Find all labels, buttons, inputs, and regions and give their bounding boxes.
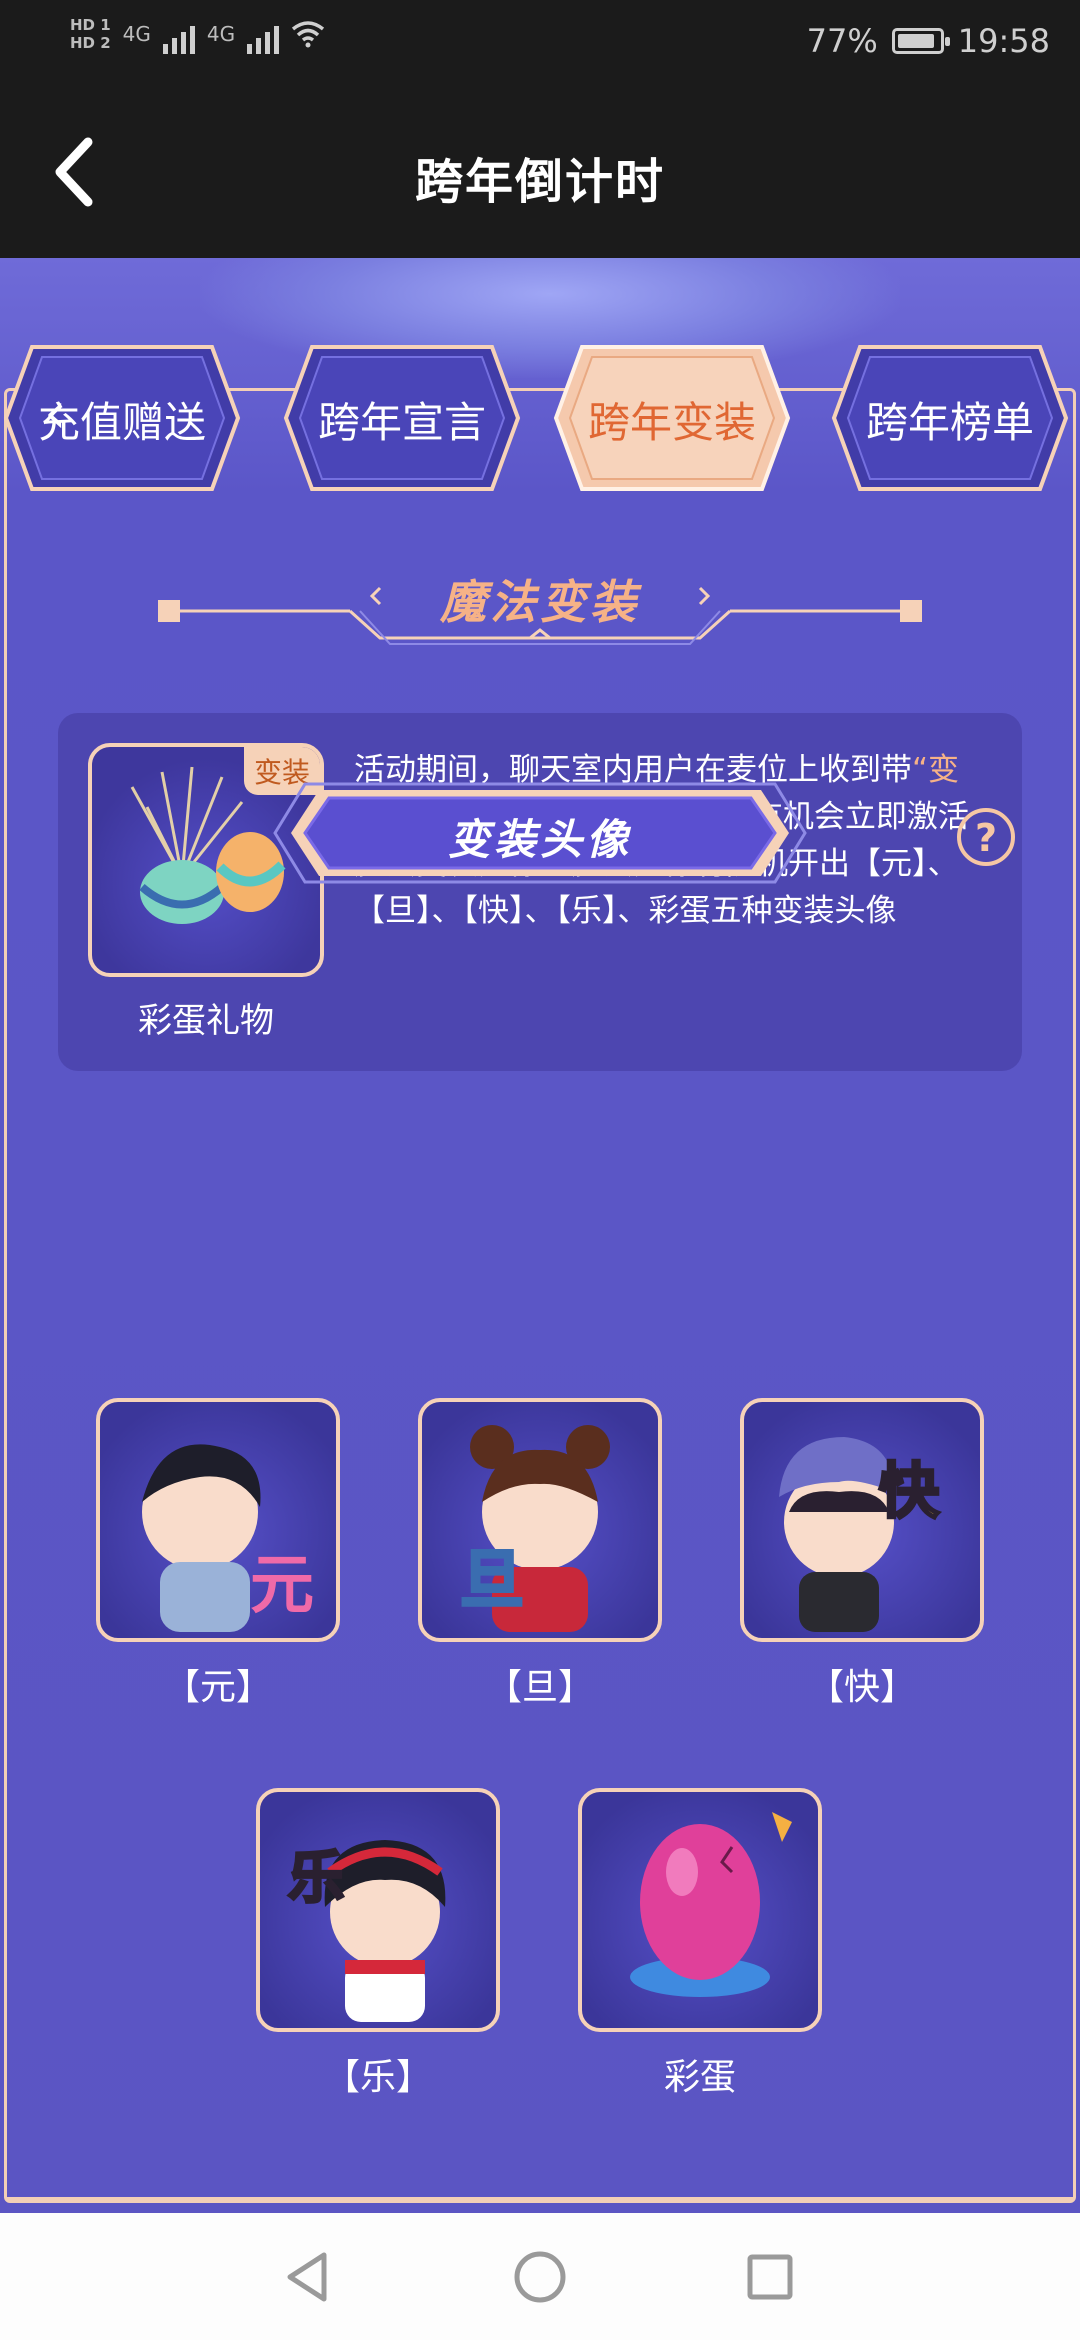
- triangle-back-icon: [287, 2252, 327, 2302]
- wifi-icon: [292, 21, 325, 48]
- tab-label: 跨年变装: [587, 398, 756, 447]
- hd1-label: HD 1: [70, 16, 111, 34]
- nav-recents-button[interactable]: [738, 2245, 802, 2309]
- status-right: 77% 19:58: [807, 22, 1050, 60]
- avatar-egg[interactable]: [578, 1788, 822, 2032]
- avatar-label-le: 【乐】: [323, 2057, 432, 2098]
- avatar-dan[interactable]: 旦: [418, 1398, 662, 1642]
- section-title: 魔法变装: [440, 575, 640, 629]
- clock: 19:58: [957, 22, 1050, 60]
- costume-avatar-button[interactable]: 变装头像: [265, 778, 815, 888]
- hd-indicator: HD 1 HD 2: [70, 16, 111, 52]
- main-content: 充值赠送 ‹ 跨年宣言 跨年变装 跨年榜单 魔法变装 变装 彩蛋礼物 活动期间，…: [0, 258, 1080, 2213]
- system-nav-bar: [0, 2213, 1080, 2340]
- avatar-label-kuai: 【快】: [807, 1667, 916, 1708]
- tab-label: 跨年榜单: [865, 398, 1034, 447]
- network-label-2: 4G: [206, 22, 236, 46]
- tab-bar: 充值赠送 ‹ 跨年宣言 跨年变装 跨年榜单: [0, 343, 1080, 493]
- status-left: HD 1 HD 2 4G 4G: [70, 14, 325, 54]
- tab-label: 充值赠送: [37, 398, 206, 447]
- avatar-dan-glyph: 旦: [460, 1544, 524, 1618]
- gift-label: 彩蛋礼物: [138, 1001, 274, 1041]
- avatar-le[interactable]: 乐: [256, 1788, 500, 2032]
- avatar-yuan[interactable]: 元: [96, 1398, 340, 1642]
- egg-icon: [630, 1812, 792, 1997]
- avatar-kuai-glyph: 快: [879, 1457, 940, 1527]
- network-label: 4G: [122, 22, 151, 46]
- hd2-label: HD 2: [70, 34, 111, 52]
- avatar-le-image: 乐: [287, 1840, 446, 2022]
- nav-home-button[interactable]: [508, 2245, 572, 2309]
- gift-info-card: 变装 彩蛋礼物 活动期间，聊天室内用户在麦位上收到带“变装”角标的【彩蛋】礼物，…: [58, 713, 1022, 1071]
- avatar-dan-image: 旦: [459, 1425, 610, 1632]
- signal-icon: [162, 14, 195, 54]
- title-bar: 跨年倒计时: [0, 90, 1080, 258]
- chevron-left-icon[interactable]: ‹: [44, 381, 66, 446]
- content-frame: [4, 388, 1076, 2203]
- avatar-label-dan: 【旦】: [485, 1667, 594, 1708]
- avatar-label-yuan: 【元】: [163, 1667, 272, 1708]
- help-icon[interactable]: ?: [957, 808, 1015, 866]
- section-header: 魔法变装: [150, 558, 930, 658]
- tab-ranking[interactable]: 跨年榜单: [830, 343, 1070, 493]
- avatar-le-glyph: 乐: [288, 1846, 344, 1911]
- nav-back-button[interactable]: [278, 2245, 342, 2309]
- avatar-yuan-glyph: 元: [250, 1549, 314, 1623]
- tab-declaration[interactable]: 跨年宣言: [282, 343, 522, 493]
- signal-icon-2: [247, 14, 280, 54]
- battery-icon: [891, 28, 950, 54]
- avatar-kuai-image: 快: [779, 1437, 942, 1632]
- button-label: 变装头像: [447, 815, 632, 864]
- avatar-label-egg: 彩蛋: [663, 2057, 736, 2098]
- tab-recharge[interactable]: 充值赠送 ‹: [2, 343, 242, 493]
- battery-percent: 77%: [806, 22, 878, 60]
- tab-label: 跨年宣言: [317, 398, 486, 447]
- page-title: 跨年倒计时: [414, 154, 665, 210]
- avatar-kuai[interactable]: 快: [740, 1398, 984, 1642]
- square-recents-icon: [747, 2254, 793, 2300]
- status-bar: HD 1 HD 2 4G 4G 77% 19:58: [0, 0, 1080, 90]
- avatar-yuan-image: 元: [142, 1444, 314, 1632]
- circle-home-icon: [514, 2251, 566, 2303]
- tab-costume[interactable]: 跨年变装: [552, 343, 792, 493]
